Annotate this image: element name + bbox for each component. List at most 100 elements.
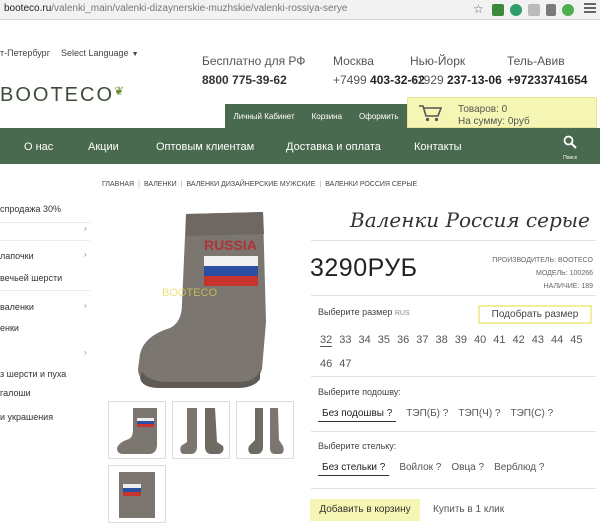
thumbnail[interactable] [108,401,166,459]
bookmark-star-icon[interactable]: ☆ [473,2,484,16]
chevron-right-icon[interactable]: › [84,224,87,233]
product-main-image[interactable]: RUSSIA BOOTECO [120,204,290,394]
size-option[interactable]: 40 [474,334,486,346]
size-option[interactable]: 47 [339,358,351,370]
contact-title: Нью-Йорк [410,54,466,68]
contact-phone[interactable]: 8800 775-39-62 [202,73,305,87]
cart-summary[interactable]: Товаров: 0 На сумму: 0руб [407,97,597,128]
add-to-cart-button[interactable]: Добавить в корзину [310,499,420,521]
insole-label: Выберите стельку: [318,441,397,451]
extension-icon[interactable] [528,4,540,16]
insole-option[interactable]: Верблюд ? [494,462,544,473]
extension-icon[interactable] [546,4,556,16]
sole-option-selected[interactable]: Без подошвы ? [318,408,397,422]
language-select[interactable]: Select Language ▼ [61,48,139,58]
nav-item-about[interactable]: О нас [24,141,53,153]
buy-one-click-link[interactable]: Купить в 1 клик [433,504,504,515]
account-cabinet-link[interactable]: Личный Кабинет [233,112,294,121]
boots-pair-thumbnail-image [248,408,284,454]
sidebar-item[interactable]: галоши [0,388,31,398]
search-label: Поиск [563,155,577,161]
thumbnail[interactable] [172,401,230,459]
site-logo[interactable]: BOOTECO❦ [0,84,126,107]
sole-options: Без подошвы ? ТЭП(Б) ? ТЭП(Ч) ? ТЭП(С) ? [318,408,563,422]
nav-item-contacts[interactable]: Контакты [414,141,462,153]
chevron-right-icon[interactable]: › [84,301,87,310]
contact-phone[interactable]: +1929 237-13-06 [410,73,502,87]
breadcrumb-item[interactable]: Главная [102,181,134,188]
divider [311,295,596,296]
contact-title: Бесплатно для РФ [202,54,306,68]
fit-size-button[interactable]: Подобрать размер [478,305,592,324]
size-option[interactable]: 43 [532,334,544,346]
size-option[interactable]: 42 [513,334,525,346]
breadcrumb-separator: | [180,181,183,188]
size-label-text: Выберите размер [318,307,393,317]
size-option[interactable]: 37 [416,334,428,346]
size-option[interactable]: 39 [455,334,467,346]
extension-icon[interactable] [510,4,522,16]
breadcrumb-separator: | [138,181,140,188]
sidebar-item[interactable]: и украшения [0,412,53,422]
sole-label: Выберите подошву: [318,387,401,397]
leaf-icon: ❦ [114,84,127,98]
chevron-down-icon: ▼ [131,51,139,58]
insole-option[interactable]: Овца ? [451,462,484,473]
chevron-right-icon[interactable]: › [84,348,87,357]
sidebar-item[interactable]: спродажа 30% [0,204,61,214]
nav-item-promotions[interactable]: Акции [88,141,119,153]
phone-number: +97233741654 [507,73,588,87]
divider [0,222,90,223]
contact-phone[interactable]: +97233741654 [507,73,587,87]
sidebar-item[interactable]: лапочки [0,251,34,261]
boots-pair-thumbnail-image [180,408,224,454]
insole-options: Без стельки ? Войлок ? Овца ? Верблюд ? [318,462,554,476]
size-label: Выберите размер RUS [318,307,410,317]
sidebar-item[interactable]: з шерсти и пуха [0,369,66,379]
insole-option-selected[interactable]: Без стельки ? [318,462,390,476]
sole-option[interactable]: ТЭП(Ч) ? [458,408,500,419]
size-option[interactable]: 38 [436,334,448,346]
product-model: МОДЕЛЬ: 100266 [536,270,593,277]
url-field[interactable]: booteco.ru/valenki_main/valenki-dizayner… [4,3,348,14]
category-sidebar: спродажа 30% › лапочки › вечьей шерсти в… [0,164,95,525]
extension-icon[interactable] [562,4,574,16]
nav-item-delivery[interactable]: Доставка и оплата [286,141,381,153]
size-option[interactable]: 34 [359,334,371,346]
sole-option[interactable]: ТЭП(Б) ? [406,408,448,419]
size-option[interactable]: 44 [551,334,563,346]
thumbnail[interactable] [236,401,294,459]
logo-text: BOOTECO [0,84,115,106]
size-option[interactable]: 33 [339,334,351,346]
search-button[interactable]: Поиск [560,135,580,161]
contact-free: Бесплатно для РФ 8800 775-39-62 [202,54,305,87]
size-option[interactable]: 36 [397,334,409,346]
browser-menu-icon[interactable] [584,3,596,15]
thumbnail[interactable] [108,465,166,523]
phone-number: 237-13-06 [447,73,502,87]
sidebar-item[interactable]: валенки [0,302,34,312]
size-option-selected[interactable]: 32 [320,334,333,347]
extension-icon[interactable] [492,4,504,16]
sole-option[interactable]: ТЭП(С) ? [511,408,554,419]
sidebar-item[interactable]: вечьей шерсти [0,273,62,283]
insole-option[interactable]: Войлок ? [399,462,441,473]
city-selector[interactable]: т-Петербург [0,48,50,58]
size-option[interactable]: 45 [570,334,582,346]
breadcrumb-item[interactable]: Валенки дизайнерские мужские [186,181,315,188]
nav-item-wholesale[interactable]: Оптовым клиентам [156,141,254,153]
account-cart-link[interactable]: Корзина [312,112,342,121]
contact-tel-aviv: Тель-Авив +97233741654 [507,54,587,87]
size-option[interactable]: 35 [378,334,390,346]
product-title: Валенки Россия серые [350,208,590,232]
cart-goods-count: Товаров: 0 [458,104,508,115]
breadcrumb-item[interactable]: Валенки [144,181,177,188]
url-path: /valenki_main/valenki-dizaynerskie-muzhs… [51,3,348,14]
chevron-right-icon[interactable]: › [84,250,87,259]
product-image-text: RUSSIA [204,237,257,253]
product-price: 3290РУБ [310,254,418,282]
size-option[interactable]: 41 [493,334,505,346]
size-option[interactable]: 46 [320,358,332,370]
sidebar-item[interactable]: енки [0,323,19,333]
account-checkout-link[interactable]: Оформить [359,112,399,121]
